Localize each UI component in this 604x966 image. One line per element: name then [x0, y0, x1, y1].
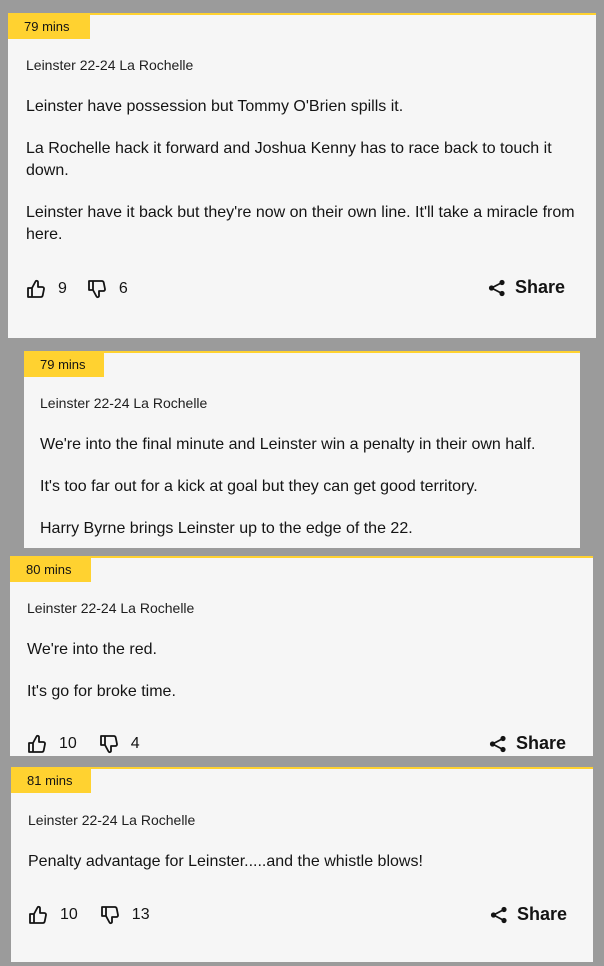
post-paragraph: It's too far out for a kick at goal but … [40, 478, 478, 495]
time-badge: 80 mins [10, 558, 91, 582]
post-paragraph: We're into the red. [27, 641, 157, 658]
share-label: Share [516, 733, 567, 753]
share-icon [489, 735, 507, 753]
like-button[interactable]: 9 [26, 279, 67, 299]
like-count: 10 [60, 906, 78, 923]
scoreline: Leinster 22-24 La Rochelle [40, 395, 208, 411]
share-label: Share [515, 277, 566, 297]
post-card: 81 mins Leinster 22-24 La Rochelle Penal… [11, 767, 593, 962]
post-paragraph: Leinster have it back but they're now on… [26, 204, 575, 243]
time-badge: 79 mins [8, 15, 90, 39]
time-badge: 79 mins [24, 353, 104, 377]
share-button[interactable]: Share [490, 904, 567, 925]
thumbs-up-icon [27, 734, 47, 754]
dislike-button[interactable]: 4 [99, 734, 140, 754]
dislike-button[interactable]: 13 [100, 905, 150, 925]
scoreline: Leinster 22-24 La Rochelle [28, 812, 196, 828]
like-button[interactable]: 10 [27, 734, 77, 754]
reactions-bar: 10 13 [28, 905, 150, 925]
share-label: Share [517, 904, 568, 924]
post-paragraph: La Rochelle hack it forward and Joshua K… [26, 140, 552, 179]
dislike-count: 6 [118, 280, 128, 297]
thumbs-down-icon [100, 905, 120, 925]
share-icon [488, 279, 506, 297]
post-card: 79 mins Leinster 22-24 La Rochelle Leins… [8, 13, 596, 338]
dislike-button[interactable]: 6 [87, 279, 128, 299]
reactions-bar: 9 6 [26, 279, 128, 299]
share-icon [490, 906, 508, 924]
dislike-count: 13 [131, 906, 150, 923]
post-paragraph: Penalty advantage for Leinster.....and t… [28, 853, 423, 870]
time-badge: 81 mins [11, 769, 91, 793]
like-button[interactable]: 10 [28, 905, 78, 925]
thumbs-down-icon [87, 279, 107, 299]
reactions-bar: 10 4 [27, 734, 140, 754]
dislike-count: 4 [130, 735, 140, 752]
scoreline: Leinster 22-24 La Rochelle [27, 600, 195, 616]
post-paragraph: Harry Byrne brings Leinster up to the ed… [40, 520, 413, 537]
thumbs-up-icon [26, 279, 46, 299]
share-button[interactable]: Share [489, 733, 566, 754]
scoreline: Leinster 22-24 La Rochelle [26, 57, 194, 73]
post-paragraph: We're into the final minute and Leinster… [40, 436, 536, 453]
thumbs-up-icon [28, 905, 48, 925]
post-paragraph: It's go for broke time. [27, 683, 176, 700]
post-card: 79 mins Leinster 22-24 La Rochelle We're… [24, 351, 580, 548]
post-card: 80 mins Leinster 22-24 La Rochelle We're… [10, 556, 593, 756]
like-count: 9 [58, 280, 67, 297]
thumbs-down-icon [99, 734, 119, 754]
like-count: 10 [59, 735, 77, 752]
share-button[interactable]: Share [488, 277, 565, 298]
post-paragraph: Leinster have possession but Tommy O'Bri… [26, 98, 404, 115]
